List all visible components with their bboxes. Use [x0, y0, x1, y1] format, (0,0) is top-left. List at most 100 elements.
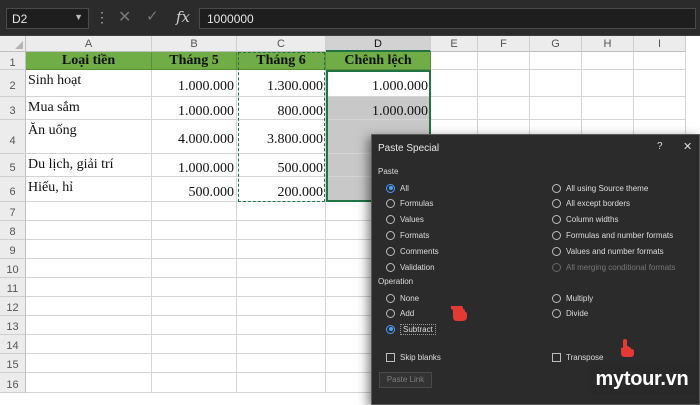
category-cell[interactable]: Sinh hoạt: [26, 70, 152, 97]
grid-cell[interactable]: [634, 97, 686, 120]
radio-values-and-number-formats[interactable]: Values and number formats: [552, 245, 664, 257]
grid-cell[interactable]: [26, 297, 152, 316]
grid-cell[interactable]: [152, 297, 237, 316]
header-cell[interactable]: Tháng 6: [237, 52, 326, 70]
select-all-corner[interactable]: [0, 36, 26, 52]
grid-cell[interactable]: [152, 335, 237, 354]
radio-column-widths[interactable]: Column widths: [552, 214, 618, 226]
radio-formulas[interactable]: Formulas: [386, 198, 433, 210]
grid-cell[interactable]: [634, 52, 686, 70]
insert-function-button[interactable]: fx: [176, 8, 190, 26]
grid-cell[interactable]: [26, 278, 152, 297]
grid-cell[interactable]: [26, 240, 152, 259]
value-cell[interactable]: 500.000: [237, 154, 326, 177]
row-header-4[interactable]: 4: [0, 120, 26, 154]
header-cell[interactable]: Chênh lệch: [326, 52, 431, 70]
grid-cell[interactable]: [26, 221, 152, 240]
grid-cell[interactable]: [431, 52, 478, 70]
grid-cell[interactable]: [26, 202, 152, 221]
grid-cell[interactable]: [152, 373, 237, 393]
grid-cell[interactable]: [237, 202, 326, 221]
column-header-d[interactable]: D: [326, 36, 431, 52]
close-button[interactable]: ✕: [683, 140, 692, 153]
grid-cell[interactable]: [237, 335, 326, 354]
value-cell[interactable]: 200.000: [237, 177, 326, 202]
column-header-c[interactable]: C: [237, 36, 326, 52]
row-header-8[interactable]: 8: [0, 221, 26, 240]
value-cell[interactable]: 1.000.000: [152, 154, 237, 177]
grid-cell[interactable]: [237, 316, 326, 335]
grid-cell[interactable]: [582, 97, 634, 120]
grid-cell[interactable]: [478, 52, 530, 70]
radio-add[interactable]: Add: [386, 308, 414, 320]
column-header-e[interactable]: E: [431, 36, 478, 52]
category-cell[interactable]: Ăn uống: [26, 120, 152, 154]
help-button[interactable]: ?: [657, 141, 663, 152]
radio-formulas-and-number-formats[interactable]: Formulas and number formats: [552, 229, 673, 241]
row-header-13[interactable]: 13: [0, 316, 26, 335]
column-header-f[interactable]: F: [478, 36, 530, 52]
grid-cell[interactable]: [26, 354, 152, 373]
category-cell[interactable]: Mua sắm: [26, 97, 152, 120]
radio-all-using-source-theme[interactable]: All using Source theme: [552, 182, 648, 194]
row-header-16[interactable]: 16: [0, 373, 26, 393]
radio-subtract[interactable]: Subtract: [386, 323, 436, 335]
row-header-1[interactable]: 1: [0, 52, 26, 70]
row-header-14[interactable]: 14: [0, 335, 26, 354]
row-header-10[interactable]: 10: [0, 259, 26, 278]
grid-cell[interactable]: [237, 354, 326, 373]
grid-cell[interactable]: [26, 259, 152, 278]
radio-comments[interactable]: Comments: [386, 245, 439, 257]
column-header-i[interactable]: I: [634, 36, 686, 52]
grid-cell[interactable]: [582, 52, 634, 70]
row-header-3[interactable]: 3: [0, 97, 26, 120]
radio-divide[interactable]: Divide: [552, 308, 588, 320]
close-icon[interactable]: ✕: [118, 7, 131, 27]
radio-formats[interactable]: Formats: [386, 229, 429, 241]
grid-cell[interactable]: [152, 221, 237, 240]
header-cell[interactable]: Tháng 5: [152, 52, 237, 70]
checkmark-icon[interactable]: ✓: [146, 7, 159, 25]
grid-cell[interactable]: [152, 202, 237, 221]
grid-cell[interactable]: [478, 70, 530, 97]
grid-cell[interactable]: [582, 70, 634, 97]
value-cell[interactable]: 3.800.000: [237, 120, 326, 154]
radio-all[interactable]: All: [386, 182, 409, 194]
row-header-7[interactable]: 7: [0, 202, 26, 221]
value-cell[interactable]: 4.000.000: [152, 120, 237, 154]
grid-cell[interactable]: [237, 297, 326, 316]
grid-cell[interactable]: [152, 259, 237, 278]
grid-cell[interactable]: [530, 97, 582, 120]
grid-cell[interactable]: [431, 97, 478, 120]
value-cell[interactable]: 1.000.000: [326, 70, 431, 97]
column-header-a[interactable]: A: [26, 36, 152, 52]
radio-validation[interactable]: Validation: [386, 261, 435, 273]
category-cell[interactable]: Hiếu, hỉ: [26, 177, 152, 202]
value-cell[interactable]: 500.000: [152, 177, 237, 202]
vertical-dots-icon[interactable]: ⋮: [95, 9, 109, 26]
value-cell[interactable]: 1.300.000: [237, 70, 326, 97]
grid-cell[interactable]: [530, 70, 582, 97]
grid-cell[interactable]: [634, 70, 686, 97]
grid-cell[interactable]: [26, 373, 152, 393]
row-header-2[interactable]: 2: [0, 70, 26, 97]
grid-cell[interactable]: [431, 70, 478, 97]
row-header-11[interactable]: 11: [0, 278, 26, 297]
grid-cell[interactable]: [530, 52, 582, 70]
skip-blanks-checkbox[interactable]: Skip blanks: [386, 351, 441, 363]
grid-cell[interactable]: [152, 316, 237, 335]
grid-cell[interactable]: [237, 221, 326, 240]
column-header-h[interactable]: H: [582, 36, 634, 52]
row-header-6[interactable]: 6: [0, 177, 26, 202]
row-header-15[interactable]: 15: [0, 354, 26, 373]
row-header-12[interactable]: 12: [0, 297, 26, 316]
row-header-5[interactable]: 5: [0, 154, 26, 177]
column-header-b[interactable]: B: [152, 36, 237, 52]
transpose-checkbox[interactable]: Transpose: [552, 351, 604, 363]
formula-input[interactable]: 1000000: [199, 8, 696, 29]
grid-cell[interactable]: [237, 240, 326, 259]
name-box[interactable]: D2 ▼: [6, 8, 89, 29]
grid-cell[interactable]: [26, 316, 152, 335]
row-header-9[interactable]: 9: [0, 240, 26, 259]
value-cell[interactable]: 1.000.000: [152, 70, 237, 97]
